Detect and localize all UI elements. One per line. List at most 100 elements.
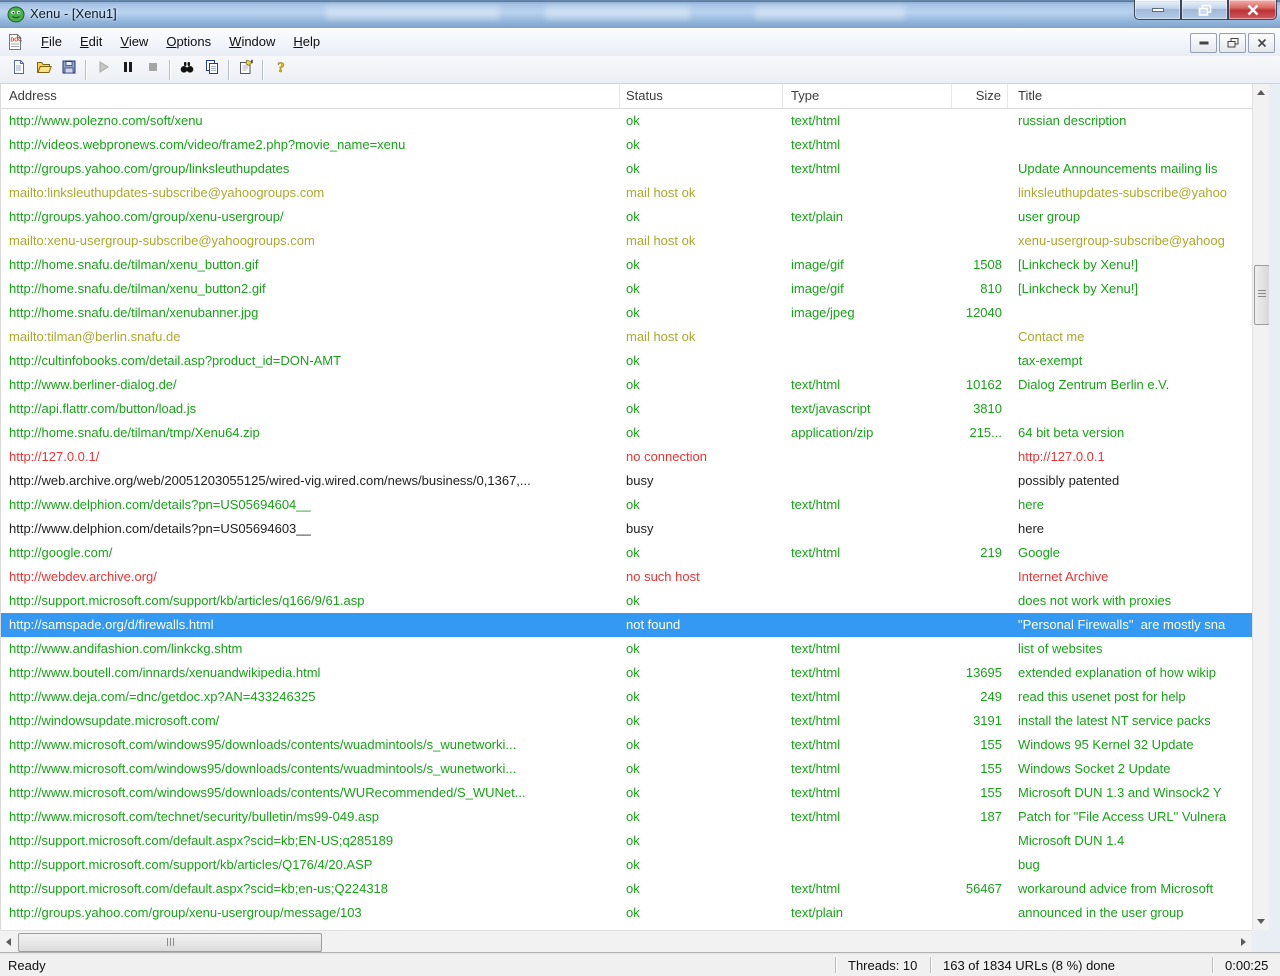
titlebar-ghost xyxy=(755,6,905,20)
cell-address: http://groups.yahoo.com/group/linksleuth… xyxy=(1,157,620,181)
table-row[interactable]: http://webdev.archive.org/no such hostIn… xyxy=(1,565,1252,589)
find-icon xyxy=(179,59,195,80)
toolbar-button-pause[interactable] xyxy=(115,58,140,82)
toolbar-button-play[interactable] xyxy=(90,58,115,82)
column-header-status[interactable]: Status xyxy=(620,84,783,108)
toolbar-button-help[interactable]: ? xyxy=(267,58,292,82)
table-row[interactable]: http://support.microsoft.com/support/kb/… xyxy=(1,853,1252,877)
table-row[interactable]: http://www.berliner-dialog.de/oktext/htm… xyxy=(1,373,1252,397)
help-icon: ? xyxy=(272,59,288,80)
mdi-close-button[interactable] xyxy=(1248,33,1275,53)
menu-item-options[interactable]: Options xyxy=(157,34,220,49)
cell-title: read this usenet post for help xyxy=(1008,685,1252,709)
minimize-button[interactable] xyxy=(1134,0,1181,20)
table-row[interactable]: http://cultinfobooks.com/detail.asp?prod… xyxy=(1,349,1252,373)
table-row[interactable]: http://groups.yahoo.com/group/xenu-userg… xyxy=(1,205,1252,229)
table-row[interactable]: http://groups.yahoo.com/group/linksleuth… xyxy=(1,157,1252,181)
cell-type: text/html xyxy=(783,493,952,517)
mdi-minimize-button[interactable] xyxy=(1190,33,1217,53)
toolbar-button-stop[interactable] xyxy=(140,58,165,82)
toolbar-button-new-document[interactable] xyxy=(6,58,31,82)
horizontal-scrollbar[interactable] xyxy=(0,930,1252,952)
toolbar-button-open-file[interactable] xyxy=(31,58,56,82)
menu-item-window[interactable]: Window xyxy=(220,34,284,49)
table-row[interactable]: http://google.com/oktext/html219Google xyxy=(1,541,1252,565)
table-row[interactable]: http://www.delphion.com/details?pn=US056… xyxy=(1,517,1252,541)
table-row[interactable]: http://home.snafu.de/tilman/tmp/Xenu64.z… xyxy=(1,421,1252,445)
table-row[interactable]: http://www.microsoft.com/windows95/downl… xyxy=(1,757,1252,781)
close-button[interactable] xyxy=(1228,0,1277,20)
cell-address: http://api.flattr.com/button/load.js xyxy=(1,397,620,421)
scroll-down-arrow[interactable] xyxy=(1257,919,1265,924)
restore-button[interactable] xyxy=(1181,0,1228,20)
table-row[interactable]: http://www.deja.com/=dnc/getdoc.xp?AN=43… xyxy=(1,685,1252,709)
table-row[interactable]: mailto:linksleuthupdates-subscribe@yahoo… xyxy=(1,181,1252,205)
horizontal-scroll-thumb[interactable] xyxy=(18,933,322,952)
toolbar-button-copy[interactable] xyxy=(199,58,224,82)
table-row[interactable]: mailto:tilman@berlin.snafu.demail host o… xyxy=(1,325,1252,349)
toolbar-separator xyxy=(169,60,170,80)
cell-title: Microsoft DUN 1.4 xyxy=(1008,829,1252,853)
cell-size xyxy=(952,349,1008,373)
scroll-up-arrow[interactable] xyxy=(1257,90,1265,95)
table-row[interactable]: http://samspade.org/d/firewalls.htmlnot … xyxy=(1,613,1252,637)
cell-title xyxy=(1008,301,1252,325)
scroll-thumb-grip xyxy=(1258,290,1266,291)
column-header-type[interactable]: Type xyxy=(783,84,952,108)
url-table-header: Address Status Type Size Title xyxy=(0,84,1252,109)
table-row[interactable]: http://www.delphion.com/details?pn=US056… xyxy=(1,493,1252,517)
column-header-size[interactable]: Size xyxy=(952,84,1008,108)
toolbar-button-properties[interactable] xyxy=(233,58,258,82)
pause-icon xyxy=(120,59,136,80)
cell-address: http://home.snafu.de/tilman/xenubanner.j… xyxy=(1,301,620,325)
mdi-restore-button[interactable] xyxy=(1219,33,1246,53)
menu-item-file[interactable]: File xyxy=(32,34,71,49)
table-row[interactable]: http://www.polezno.com/soft/xenuoktext/h… xyxy=(1,109,1252,133)
toolbar-button-find[interactable] xyxy=(174,58,199,82)
table-row[interactable]: http://www.andifashion.com/linkckg.shtmo… xyxy=(1,637,1252,661)
table-row[interactable]: http://web.archive.org/web/2005120305512… xyxy=(1,469,1252,493)
cell-status: ok xyxy=(620,133,783,157)
table-row[interactable]: http://127.0.0.1/no connectionhttp://127… xyxy=(1,445,1252,469)
cell-type xyxy=(783,325,952,349)
cell-type: application/zip xyxy=(783,421,952,445)
table-row[interactable]: http://www.microsoft.com/technet/securit… xyxy=(1,805,1252,829)
table-row[interactable]: http://home.snafu.de/tilman/xenubanner.j… xyxy=(1,301,1252,325)
scroll-left-arrow[interactable] xyxy=(6,938,11,946)
column-header-title[interactable]: Title xyxy=(1008,84,1252,108)
table-row[interactable]: http://home.snafu.de/tilman/xenu_button2… xyxy=(1,277,1252,301)
cell-type xyxy=(783,853,952,877)
document-icon: DOC xyxy=(6,33,24,51)
table-row[interactable]: http://windowsupdate.microsoft.com/oktex… xyxy=(1,709,1252,733)
table-row[interactable]: http://groups.yahoo.com/group/xenu-userg… xyxy=(1,901,1252,925)
cell-status: ok xyxy=(620,853,783,877)
cell-address: http://support.microsoft.com/support/kb/… xyxy=(1,589,620,613)
titlebar[interactable]: Xenu - [Xenu1] xyxy=(0,0,1280,29)
table-row[interactable]: http://support.microsoft.com/default.asp… xyxy=(1,877,1252,901)
table-row[interactable]: http://www.microsoft.com/windows95/downl… xyxy=(1,733,1252,757)
cell-size xyxy=(952,613,1008,637)
table-row[interactable]: http://support.microsoft.com/default.asp… xyxy=(1,829,1252,853)
table-row[interactable]: http://home.snafu.de/tilman/xenu_button.… xyxy=(1,253,1252,277)
play-icon xyxy=(95,59,111,80)
cell-status: ok xyxy=(620,373,783,397)
cell-size: 219 xyxy=(952,541,1008,565)
vertical-scroll-thumb[interactable] xyxy=(1254,265,1270,325)
status-threads: Threads: 10 xyxy=(836,958,930,973)
table-row[interactable]: http://api.flattr.com/button/load.jsokte… xyxy=(1,397,1252,421)
cell-status: ok xyxy=(620,349,783,373)
column-header-address[interactable]: Address xyxy=(1,84,620,108)
menu-item-view[interactable]: View xyxy=(111,34,157,49)
cell-type: text/javascript xyxy=(783,397,952,421)
toolbar-button-save-file[interactable] xyxy=(56,58,81,82)
table-row[interactable]: mailto:xenu-usergroup-subscribe@yahoogro… xyxy=(1,229,1252,253)
table-row[interactable]: http://support.microsoft.com/support/kb/… xyxy=(1,589,1252,613)
stop-icon xyxy=(145,59,161,80)
scroll-right-arrow[interactable] xyxy=(1241,938,1246,946)
menu-item-help[interactable]: Help xyxy=(284,34,329,49)
table-row[interactable]: http://videos.webpronews.com/video/frame… xyxy=(1,133,1252,157)
menu-item-edit[interactable]: Edit xyxy=(71,34,111,49)
table-row[interactable]: http://www.microsoft.com/windows95/downl… xyxy=(1,781,1252,805)
vertical-scrollbar[interactable] xyxy=(1252,84,1269,930)
table-row[interactable]: http://www.boutell.com/innards/xenuandwi… xyxy=(1,661,1252,685)
